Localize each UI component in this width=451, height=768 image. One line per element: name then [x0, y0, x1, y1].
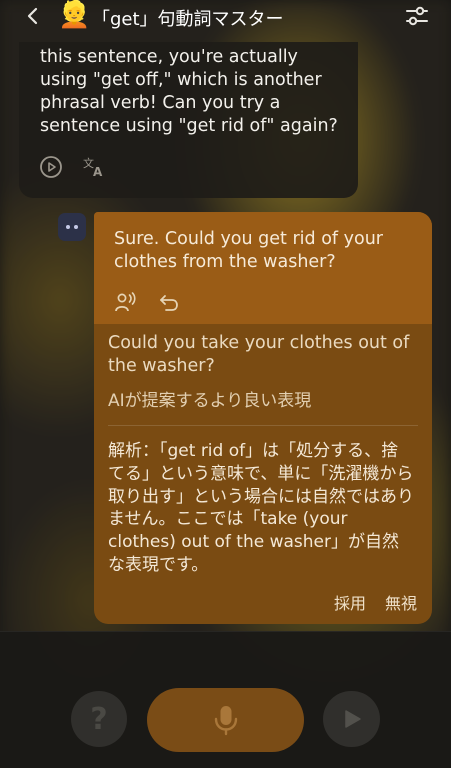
- microphone-button[interactable]: [147, 688, 304, 752]
- send-button[interactable]: [323, 691, 380, 747]
- ai-message-bubble: this sentence, you're actually using "ge…: [19, 42, 358, 198]
- suggested-expression: Could you take your clothes out of the w…: [108, 333, 410, 376]
- svg-text:A: A: [93, 165, 103, 179]
- page-title: 「get」句動詞マスター: [92, 9, 284, 30]
- undo-icon[interactable]: [158, 291, 180, 313]
- ai-message-text: this sentence, you're actually using "ge…: [40, 47, 338, 136]
- chip-dot: [74, 225, 78, 229]
- microphone-icon: [214, 706, 237, 736]
- suggestion-label: AIが提案するより良い表現: [108, 391, 312, 411]
- chip-dot: [66, 225, 70, 229]
- user-message-text: Sure. Could you get rid of your clothes …: [114, 229, 383, 272]
- bottom-bar: ?: [0, 631, 451, 768]
- adopt-button[interactable]: 採用: [334, 590, 366, 614]
- ignore-button[interactable]: 無視: [385, 590, 417, 614]
- user-message-bubble: Sure. Could you get rid of your clothes …: [94, 212, 432, 624]
- play-circle-icon[interactable]: [39, 155, 63, 179]
- chevron-left-icon[interactable]: [24, 6, 42, 26]
- voice-icon[interactable]: [114, 291, 136, 313]
- header: 👱 「get」句動詞マスター: [0, 0, 451, 34]
- sliders-icon[interactable]: [405, 5, 429, 27]
- analysis-text: 解析：「get rid of」は「処分する、捨てる」という意味で、単に「洗濯機か…: [108, 441, 414, 575]
- divider: [108, 425, 418, 426]
- avatar: 👱: [58, 0, 91, 30]
- user-avatar-chip: [58, 213, 86, 241]
- question-icon: ?: [90, 701, 108, 737]
- translate-icon[interactable]: 文 A: [82, 155, 106, 179]
- help-button[interactable]: ?: [71, 691, 127, 747]
- play-icon: [344, 710, 361, 728]
